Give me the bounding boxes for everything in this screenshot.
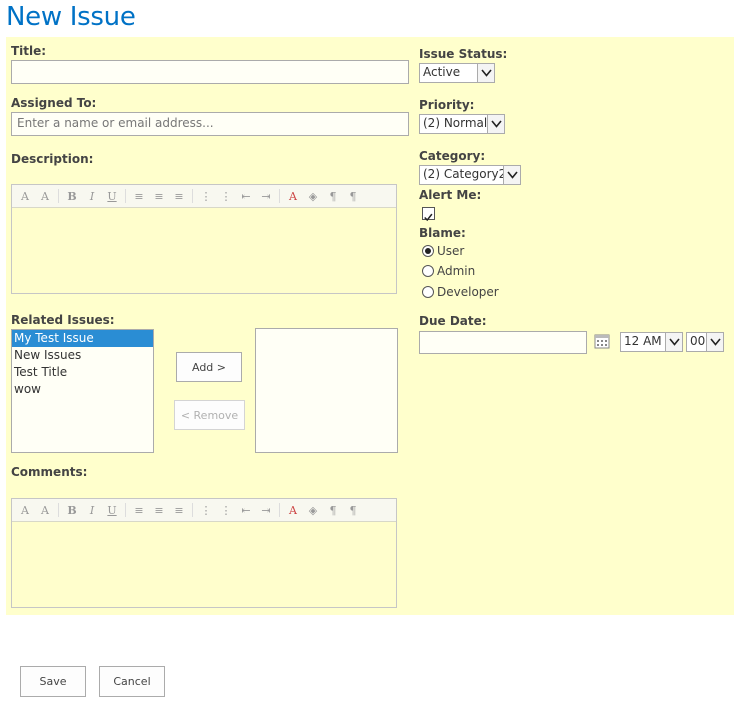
bullet-list-icon[interactable]: ⋮	[217, 190, 235, 203]
list-item[interactable]: wow	[12, 381, 153, 398]
bullet-list-icon[interactable]: ⋮	[217, 504, 235, 517]
save-button[interactable]: Save	[20, 666, 86, 697]
font-color-icon[interactable]: A	[284, 190, 302, 203]
align-left-icon[interactable]: ≡	[130, 504, 148, 517]
indent-icon[interactable]: ⇥	[257, 504, 275, 517]
description-toolbar: A A B I U ≡ ≡ ≡ ⋮ ⋮ ⇤ ⇥ A ◈ ¶ ¶	[12, 185, 396, 208]
priority-value: (2) Normal	[423, 116, 488, 130]
blame-label: Blame:	[419, 226, 466, 240]
font-size-icon[interactable]: A	[16, 504, 34, 517]
remove-button[interactable]: < Remove	[174, 400, 245, 430]
chevron-down-icon	[503, 166, 520, 184]
font-color-icon[interactable]: A	[284, 504, 302, 517]
comments-editor[interactable]: A A B I U ≡ ≡ ≡ ⋮ ⋮ ⇤ ⇥ A ◈ ¶ ¶	[11, 498, 397, 608]
chevron-down-icon	[665, 333, 682, 351]
related-issues-source-list[interactable]: My Test Issue New Issues Test Title wow	[11, 329, 154, 453]
outdent-icon[interactable]: ⇤	[237, 504, 255, 517]
due-date-label: Due Date:	[419, 314, 487, 328]
chevron-down-icon	[487, 115, 504, 133]
blame-radio-developer[interactable]	[422, 286, 434, 298]
align-right-icon[interactable]: ≡	[170, 190, 188, 203]
chevron-down-icon	[706, 333, 723, 351]
calendar-icon[interactable]	[594, 333, 610, 349]
blame-radio-user[interactable]	[422, 245, 434, 257]
title-label: Title:	[11, 44, 47, 58]
category-label: Category:	[419, 149, 486, 163]
priority-select[interactable]: (2) Normal	[419, 114, 505, 134]
indent-icon[interactable]: ⇥	[257, 190, 275, 203]
due-date-input[interactable]	[419, 331, 587, 354]
outdent-icon[interactable]: ⇤	[237, 190, 255, 203]
highlight-icon[interactable]: ◈	[304, 504, 322, 517]
hour-select[interactable]: 12 AM	[620, 332, 683, 352]
align-left-icon[interactable]: ≡	[130, 190, 148, 203]
align-center-icon[interactable]: ≡	[150, 190, 168, 203]
rtl-icon[interactable]: ¶	[344, 504, 362, 517]
checkmark-icon	[424, 213, 433, 222]
blame-option-label: Developer	[437, 285, 499, 299]
font-size-icon[interactable]: A	[16, 190, 34, 203]
font-grow-icon[interactable]: A	[36, 190, 54, 203]
issue-status-label: Issue Status:	[419, 47, 508, 61]
highlight-icon[interactable]: ◈	[304, 190, 322, 203]
alert-me-checkbox[interactable]	[422, 207, 435, 222]
assigned-to-input[interactable]: Enter a name or email address...	[11, 112, 409, 136]
description-label: Description:	[11, 152, 94, 166]
align-right-icon[interactable]: ≡	[170, 504, 188, 517]
font-grow-icon[interactable]: A	[36, 504, 54, 517]
related-issues-label: Related Issues:	[11, 313, 115, 327]
blame-option-label: Admin	[437, 264, 476, 278]
page-title: New Issue	[6, 2, 136, 32]
list-item[interactable]: Test Title	[12, 364, 153, 381]
comments-label: Comments:	[11, 465, 88, 479]
bold-icon[interactable]: B	[63, 504, 81, 517]
issue-status-select[interactable]: Active	[419, 63, 495, 83]
ltr-icon[interactable]: ¶	[324, 504, 342, 517]
title-input[interactable]	[11, 60, 409, 84]
ltr-icon[interactable]: ¶	[324, 190, 342, 203]
list-item[interactable]: New Issues	[12, 347, 153, 364]
blame-option-label: User	[437, 244, 465, 258]
add-button[interactable]: Add >	[176, 352, 242, 382]
issue-status-value: Active	[423, 65, 461, 79]
list-item[interactable]: My Test Issue	[12, 330, 153, 347]
numbered-list-icon[interactable]: ⋮	[197, 504, 215, 517]
bold-icon[interactable]: B	[63, 190, 81, 203]
chevron-down-icon	[477, 64, 494, 82]
align-center-icon[interactable]: ≡	[150, 504, 168, 517]
blame-radio-admin[interactable]	[422, 265, 434, 277]
underline-icon[interactable]: U	[103, 190, 121, 203]
category-select[interactable]: (2) Category2	[419, 165, 521, 185]
assigned-to-label: Assigned To:	[11, 96, 97, 110]
italic-icon[interactable]: I	[83, 504, 101, 517]
rtl-icon[interactable]: ¶	[344, 190, 362, 203]
minute-value: 00	[690, 334, 706, 348]
hour-value: 12 AM	[624, 334, 662, 348]
numbered-list-icon[interactable]: ⋮	[197, 190, 215, 203]
alert-me-label: Alert Me:	[419, 188, 482, 202]
category-value: (2) Category2	[423, 167, 507, 181]
related-issues-target-list[interactable]	[255, 328, 398, 453]
priority-label: Priority:	[419, 98, 475, 112]
description-editor[interactable]: A A B I U ≡ ≡ ≡ ⋮ ⋮ ⇤ ⇥ A ◈ ¶ ¶	[11, 184, 397, 294]
italic-icon[interactable]: I	[83, 190, 101, 203]
comments-toolbar: A A B I U ≡ ≡ ≡ ⋮ ⋮ ⇤ ⇥ A ◈ ¶ ¶	[12, 499, 396, 522]
underline-icon[interactable]: U	[103, 504, 121, 517]
minute-select[interactable]: 00	[686, 332, 724, 352]
cancel-button[interactable]: Cancel	[99, 666, 165, 697]
